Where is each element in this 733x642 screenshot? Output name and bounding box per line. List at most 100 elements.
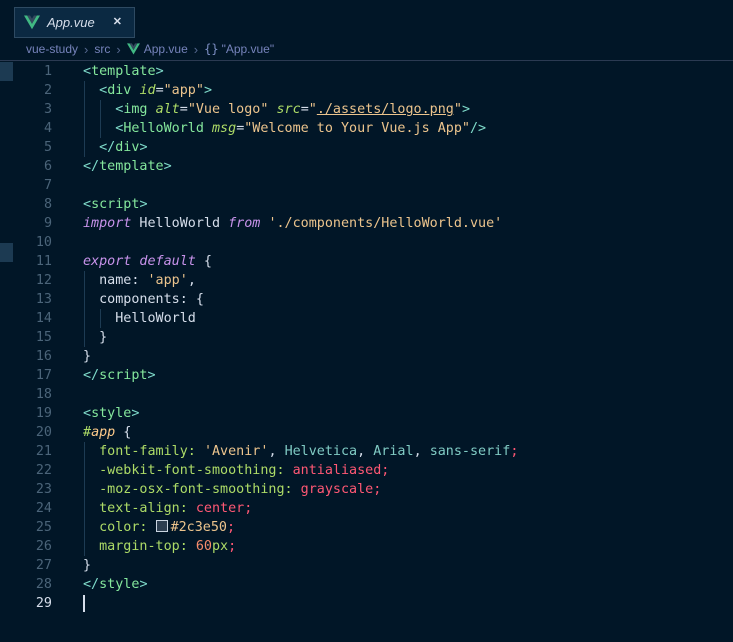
code-token: 60 [195, 539, 212, 554]
line-number[interactable]: 28 [0, 575, 52, 594]
code-line[interactable]: 5 </div> [0, 138, 733, 157]
line-number[interactable]: 20 [0, 423, 52, 442]
code-token: px [212, 539, 229, 554]
code-line[interactable]: 10 [0, 233, 733, 252]
code-token: template [91, 64, 156, 79]
code-token: > [147, 368, 156, 383]
code-line[interactable]: 20 #app { [0, 423, 733, 442]
code-token: > [139, 197, 148, 212]
code-line[interactable]: 9 import HelloWorld from './components/He… [0, 214, 733, 233]
code-token: div [115, 140, 140, 155]
line-number[interactable]: 29 [0, 594, 52, 613]
code-line[interactable]: 18 [0, 385, 733, 404]
indent-guide [100, 119, 102, 138]
line-number[interactable]: 25 [0, 518, 52, 537]
code-line[interactable]: 6 </template> [0, 157, 733, 176]
line-number[interactable]: 8 [0, 195, 52, 214]
code-line[interactable]: 22 -webkit-font-smoothing: antialiased; [0, 461, 733, 480]
code-token: style [99, 577, 140, 592]
code-line-content: <HelloWorld msg="Welcome to Your Vue.js … [83, 119, 486, 138]
tab-app-vue[interactable]: App.vue ✕ [14, 7, 135, 38]
breadcrumb-item[interactable]: {} "App.vue" [204, 42, 274, 56]
line-number[interactable]: 22 [0, 461, 52, 480]
line-number[interactable]: 27 [0, 556, 52, 575]
code-token: from [228, 216, 261, 231]
line-number[interactable]: 13 [0, 290, 52, 309]
line-number[interactable]: 11 [0, 252, 52, 271]
code-line[interactable]: 2 <div id="app"> [0, 81, 733, 100]
line-number[interactable]: 23 [0, 480, 52, 499]
line-number[interactable]: 26 [0, 537, 52, 556]
code-token: margin-top: [99, 539, 188, 554]
code-line-content: <template> [83, 62, 164, 81]
code-token: } [83, 558, 92, 573]
line-number[interactable]: 4 [0, 119, 52, 138]
code-line[interactable]: 14 HelloWorld [0, 309, 733, 328]
code-line[interactable]: 28 </style> [0, 575, 733, 594]
code-line[interactable]: 16} [0, 347, 733, 366]
code-token: </ [99, 140, 116, 155]
code-line[interactable]: 1 <template> [0, 62, 733, 81]
code-line[interactable]: 27} [0, 556, 733, 575]
line-number[interactable]: 18 [0, 385, 52, 404]
indent-guide [84, 119, 85, 138]
code-line[interactable]: 19 <style> [0, 404, 733, 423]
indent-guide [84, 518, 85, 537]
code-line[interactable]: 3 <img alt="Vue logo" src="./assets/logo… [0, 100, 733, 119]
breadcrumb-item-label: vue-study [26, 42, 79, 56]
code-token: font-family: [99, 444, 196, 459]
code-line-content: name: 'app', [83, 271, 196, 290]
code-line[interactable]: 23 -moz-osx-font-smoothing: grayscale; [0, 480, 733, 499]
code-line[interactable]: 29 [0, 594, 733, 613]
code-line[interactable]: 7 [0, 176, 733, 195]
code-line[interactable]: 24 text-align: center; [0, 499, 733, 518]
symbol-braces-icon: {} [204, 42, 219, 56]
line-number[interactable]: 16 [0, 347, 52, 366]
line-number[interactable]: 1 [0, 62, 52, 81]
code-line[interactable]: 13 components: { [0, 290, 733, 309]
line-number[interactable]: 5 [0, 138, 52, 157]
code-token: = [300, 102, 309, 117]
code-token: HelloWorld [131, 216, 229, 231]
breadcrumb-item[interactable]: App.vue [126, 42, 188, 56]
line-number[interactable]: 6 [0, 157, 52, 176]
line-number[interactable]: 3 [0, 100, 52, 119]
line-number[interactable]: 17 [0, 366, 52, 385]
code-token: </ [83, 159, 100, 174]
code-line[interactable]: 15 } [0, 328, 733, 347]
code-token: #2c3e50 [170, 520, 227, 535]
breadcrumb-item[interactable]: vue-study [26, 42, 78, 56]
breadcrumb-item[interactable]: src [94, 42, 110, 56]
editor-code-area[interactable]: 1 <template> 2 <div id="app"> 3 <img alt="V… [0, 61, 733, 613]
line-number[interactable]: 14 [0, 309, 52, 328]
line-number[interactable]: 12 [0, 271, 52, 290]
code-line[interactable]: 4 <HelloWorld msg="Welcome to Your Vue.j… [0, 119, 733, 138]
code-line-content: text-align: center; [83, 499, 252, 518]
line-number[interactable]: 7 [0, 176, 52, 195]
line-number[interactable]: 9 [0, 214, 52, 233]
code-token: > [139, 577, 148, 592]
tab-close-icon[interactable]: ✕ [111, 15, 124, 30]
color-swatch[interactable] [155, 520, 168, 532]
code-line[interactable]: 21 font-family: 'Avenir', Helvetica, Ari… [0, 442, 733, 461]
line-number[interactable]: 10 [0, 233, 52, 252]
code-line[interactable]: 17 </script> [0, 366, 733, 385]
line-number[interactable]: 24 [0, 499, 52, 518]
line-number[interactable]: 15 [0, 328, 52, 347]
line-number[interactable]: 21 [0, 442, 52, 461]
code-line[interactable]: 12 name: 'app', [0, 271, 733, 290]
code-line-content: #app { [83, 423, 131, 442]
code-token: 'Avenir' [203, 444, 269, 459]
code-line[interactable]: 8 <script> [0, 195, 733, 214]
line-number[interactable]: 19 [0, 404, 52, 423]
line-number[interactable]: 2 [0, 81, 52, 100]
code-line[interactable]: 26 margin-top: 60px; [0, 537, 733, 556]
code-token: > [461, 102, 470, 117]
code-line[interactable]: 25 color: #2c3e50; [0, 518, 733, 537]
code-line[interactable]: 11 export default { [0, 252, 733, 271]
